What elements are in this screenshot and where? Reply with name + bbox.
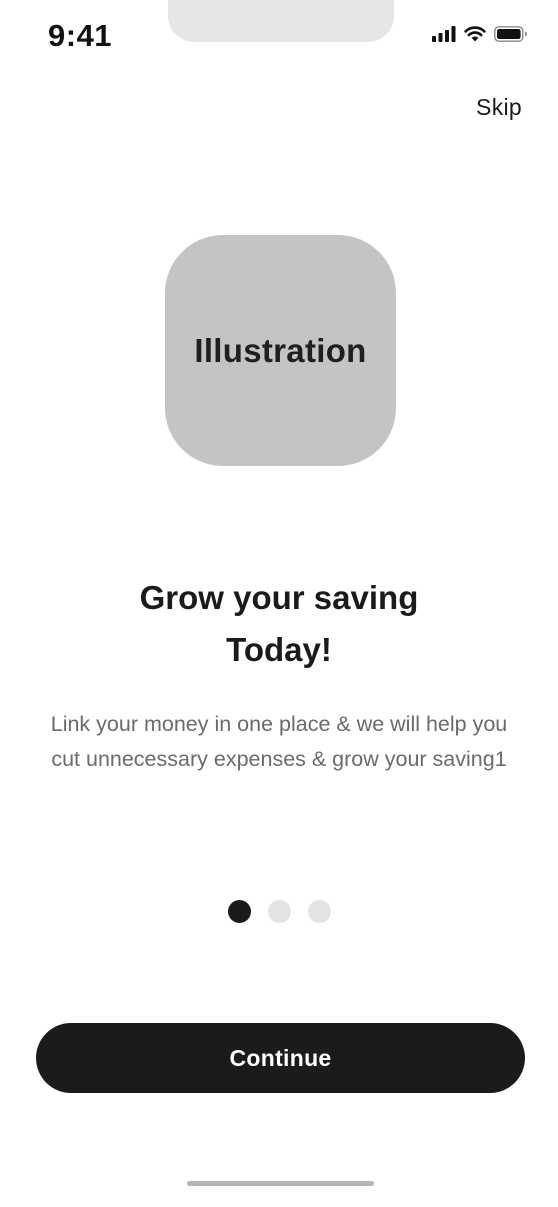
status-bar: 9:41 xyxy=(0,0,558,80)
status-icons xyxy=(432,24,528,44)
pagination-dot-3[interactable] xyxy=(307,900,331,923)
status-time: 9:41 xyxy=(48,18,113,53)
onboarding-description: Link your money in one place & we will h… xyxy=(50,712,508,771)
skip-button[interactable]: Skip xyxy=(476,94,522,121)
cellular-signal-icon xyxy=(432,26,456,42)
title-line-1: Grow your saving xyxy=(139,579,419,616)
onboarding-title: Grow your saving Today! xyxy=(0,572,558,676)
wifi-icon xyxy=(464,26,486,42)
pagination-dots xyxy=(0,900,558,923)
illustration-label: Illustration xyxy=(194,331,367,369)
title-line-2: Today! xyxy=(226,631,332,668)
illustration-placeholder: Illustration xyxy=(165,235,396,466)
pagination-dot-1[interactable] xyxy=(227,900,251,923)
device-notch xyxy=(168,0,394,42)
pagination-dot-2[interactable] xyxy=(267,900,291,923)
home-indicator xyxy=(187,1181,374,1186)
continue-button[interactable]: Continue xyxy=(36,1023,525,1093)
battery-icon xyxy=(494,26,527,42)
